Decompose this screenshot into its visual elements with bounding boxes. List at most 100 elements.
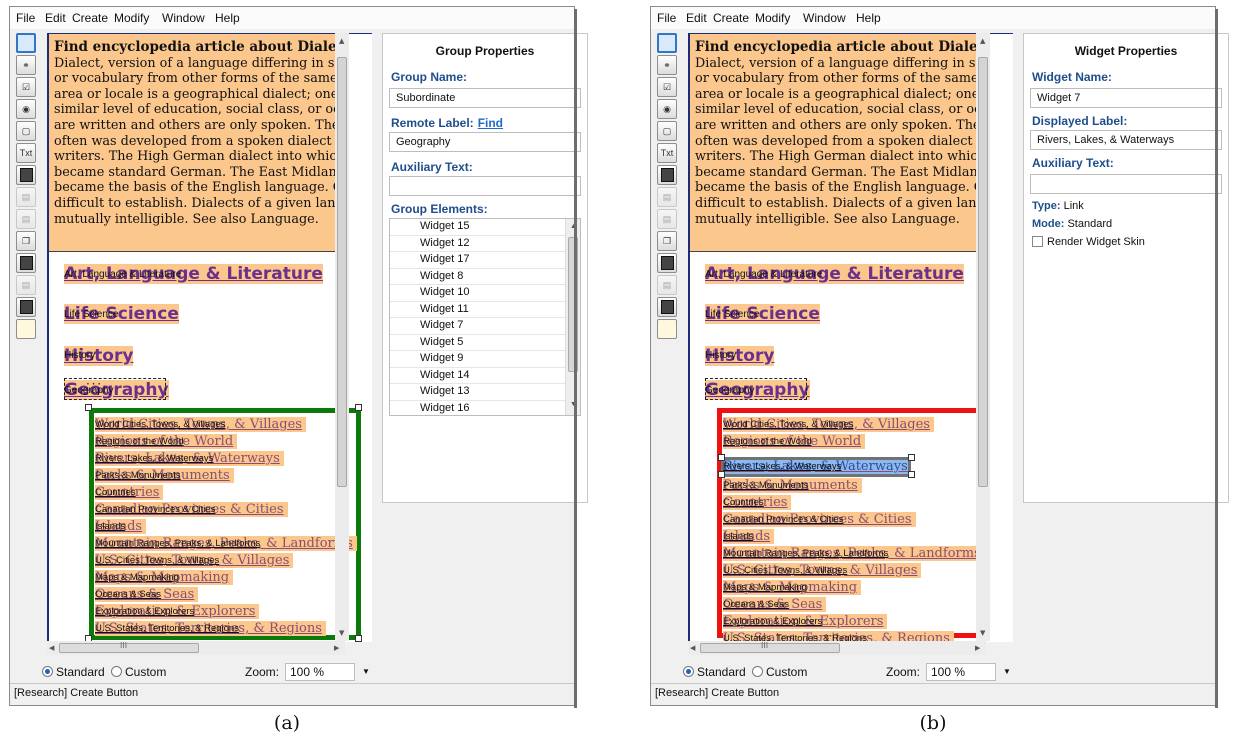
menu-help[interactable]: Help — [856, 11, 881, 25]
list-item[interactable]: Regions of the World Regions of the World — [723, 434, 866, 450]
list-item[interactable]: Exploration & Explorers Exploration & Exp… — [95, 604, 260, 620]
list-item[interactable]: Widget 12 — [390, 236, 580, 252]
scroll-up-icon[interactable]: ▲ — [339, 37, 344, 45]
table-tool-icon[interactable] — [657, 297, 677, 317]
menu-modify[interactable]: Modify — [114, 11, 149, 25]
list-item[interactable]: World Cities, Towns, & Villages World Cit… — [723, 417, 934, 433]
scroll-down-icon[interactable]: ▼ — [570, 401, 577, 408]
widget-name-field[interactable]: Widget 7 — [1030, 88, 1222, 108]
canvas-vertical-scrollbar[interactable]: ▲ ▼ — [335, 33, 349, 641]
menu-help[interactable]: Help — [215, 11, 240, 25]
text-tool-icon[interactable]: Txt — [16, 143, 36, 163]
list-item[interactable]: Widget 8 — [390, 269, 580, 285]
list-item[interactable]: Countries Countries — [95, 485, 164, 501]
list-item[interactable]: Oceans & Seas Oceans & Seas — [95, 587, 199, 603]
link-tool-icon[interactable]: ⚭ — [16, 55, 36, 75]
scroll-thumb[interactable]: III — [59, 641, 199, 653]
resize-handle[interactable] — [355, 404, 362, 411]
list-item[interactable]: Widget 10 — [390, 285, 580, 302]
table-tool-icon[interactable] — [16, 297, 36, 317]
list-item[interactable]: Mountain Ranges, Peaks, & Landforms Mount… — [723, 546, 985, 562]
remote-label-field[interactable]: Geography — [389, 132, 581, 152]
scroll-right-icon[interactable]: ▶ — [334, 644, 339, 652]
scroll-thumb[interactable] — [337, 57, 347, 487]
list-dim-icon[interactable]: ▤ — [16, 187, 36, 207]
editor-canvas[interactable]: Find encyclopedia article about Dialec D… — [47, 33, 372, 642]
list-item[interactable]: Canadian Provinces & Cities Canadian Prov… — [723, 512, 916, 528]
list-item[interactable]: U.S. Cities, Towns, & Villages U.S. Citie… — [723, 563, 922, 579]
frame-tool-icon[interactable]: ▢ — [657, 121, 677, 141]
scroll-right-icon[interactable]: ▶ — [975, 644, 980, 652]
radio-tool-icon[interactable]: ◉ — [16, 99, 36, 119]
custom-radio[interactable]: Custom — [111, 665, 166, 679]
find-link[interactable]: Find — [478, 116, 503, 130]
resize-handle[interactable] — [355, 635, 362, 642]
menu-edit[interactable]: Edit — [686, 11, 707, 25]
stack-tool-icon[interactable]: ❐ — [16, 231, 36, 251]
list-item[interactable]: Islands Islands — [723, 529, 775, 545]
checkbox-tool-icon[interactable]: ☑ — [16, 77, 36, 97]
card-dim-icon[interactable]: ▤ — [657, 275, 677, 295]
scroll-down-icon[interactable]: ▼ — [980, 629, 985, 637]
list-item[interactable]: Exploration & Explorers Exploration & Exp… — [723, 614, 888, 630]
list-tool-icon[interactable] — [16, 165, 36, 185]
note-tool-icon[interactable] — [657, 319, 677, 339]
editor-canvas[interactable]: Find encyclopedia article about Dialec D… — [688, 33, 1013, 642]
card-tool-icon[interactable] — [16, 253, 36, 273]
list-item[interactable]: Regions of the World Regions of the World — [95, 434, 238, 450]
list-item[interactable]: Canadian Provinces & Cities Canadian Prov… — [95, 502, 288, 518]
group-name-field[interactable]: Subordinate — [389, 88, 581, 108]
list-dim-icon-2[interactable]: ▤ — [657, 209, 677, 229]
resize-handle[interactable] — [718, 471, 725, 478]
list-item[interactable]: Widget 13 — [390, 384, 580, 401]
menu-create[interactable]: Create — [72, 11, 108, 25]
render-skin-checkbox[interactable]: Render Widget Skin — [1032, 236, 1145, 248]
list-item[interactable]: U.S. States, Territories, & Regions U.S. … — [95, 621, 326, 637]
list-item[interactable]: Parks & Monuments Parks & Monuments — [95, 468, 234, 484]
list-item[interactable]: Widget 5 — [390, 335, 580, 351]
radio-tool-icon[interactable]: ◉ — [657, 99, 677, 119]
custom-radio[interactable]: Custom — [752, 665, 807, 679]
canvas-horizontal-scrollbar[interactable]: ◀ III ▶ — [47, 641, 345, 655]
scroll-thumb[interactable] — [568, 237, 578, 372]
list-item[interactable]: Countries Countries — [723, 495, 792, 511]
list-item[interactable]: U.S. Cities, Towns, & Villages U.S. Citie… — [95, 553, 294, 569]
list-item[interactable]: Mountain Ranges, Peaks, & Landforms Mount… — [95, 536, 357, 552]
menu-file[interactable]: File — [657, 11, 676, 25]
card-tool-icon[interactable] — [657, 253, 677, 273]
link-tool-icon[interactable]: ⚭ — [657, 55, 677, 75]
auxiliary-text-field[interactable] — [389, 176, 581, 196]
stack-tool-icon[interactable]: ❐ — [657, 231, 677, 251]
menu-file[interactable]: File — [16, 11, 35, 25]
standard-radio[interactable]: Standard — [42, 665, 105, 679]
zoom-select[interactable]: 100 % — [285, 663, 355, 681]
note-tool-icon[interactable] — [16, 319, 36, 339]
list-item[interactable]: Widget 16 — [390, 401, 580, 416]
canvas-horizontal-scrollbar[interactable]: ◀ III ▶ — [688, 641, 986, 655]
scroll-up-icon[interactable]: ▲ — [570, 223, 577, 230]
checkbox-tool-icon[interactable]: ☑ — [657, 77, 677, 97]
list-item[interactable]: Maps & Mapmaking Maps & Mapmaking — [723, 580, 862, 596]
list-item[interactable]: Widget 7 — [390, 318, 580, 335]
list-item[interactable]: Rivers, Lakes, & Waterways Rivers, Lakes,… — [723, 459, 912, 475]
menu-window[interactable]: Window — [803, 11, 846, 25]
list-item[interactable]: World Cities, Towns, & Villages World Cit… — [95, 417, 306, 433]
card-dim-icon[interactable]: ▤ — [16, 275, 36, 295]
list-dim-icon-2[interactable]: ▤ — [16, 209, 36, 229]
scroll-down-icon[interactable]: ▼ — [339, 629, 344, 637]
standard-radio[interactable]: Standard — [683, 665, 746, 679]
list-item[interactable]: Maps & Mapmaking Maps & Mapmaking — [95, 570, 234, 586]
list-item[interactable]: Parks & Monuments Parks & Monuments — [723, 478, 862, 494]
list-item[interactable]: Widget 15 — [390, 219, 580, 236]
menu-window[interactable]: Window — [162, 11, 205, 25]
menu-create[interactable]: Create — [713, 11, 749, 25]
chevron-down-icon[interactable]: ▼ — [1003, 667, 1011, 676]
list-tool-icon[interactable] — [657, 165, 677, 185]
list-item[interactable]: Rivers, Lakes, & Waterways Rivers, Lakes,… — [95, 451, 284, 467]
resize-handle[interactable] — [908, 471, 915, 478]
list-dim-icon[interactable]: ▤ — [657, 187, 677, 207]
list-item[interactable]: Widget 17 — [390, 252, 580, 269]
menu-modify[interactable]: Modify — [755, 11, 790, 25]
displayed-label-field[interactable]: Rivers, Lakes, & Waterways — [1030, 130, 1222, 150]
resize-handle[interactable] — [85, 404, 92, 411]
